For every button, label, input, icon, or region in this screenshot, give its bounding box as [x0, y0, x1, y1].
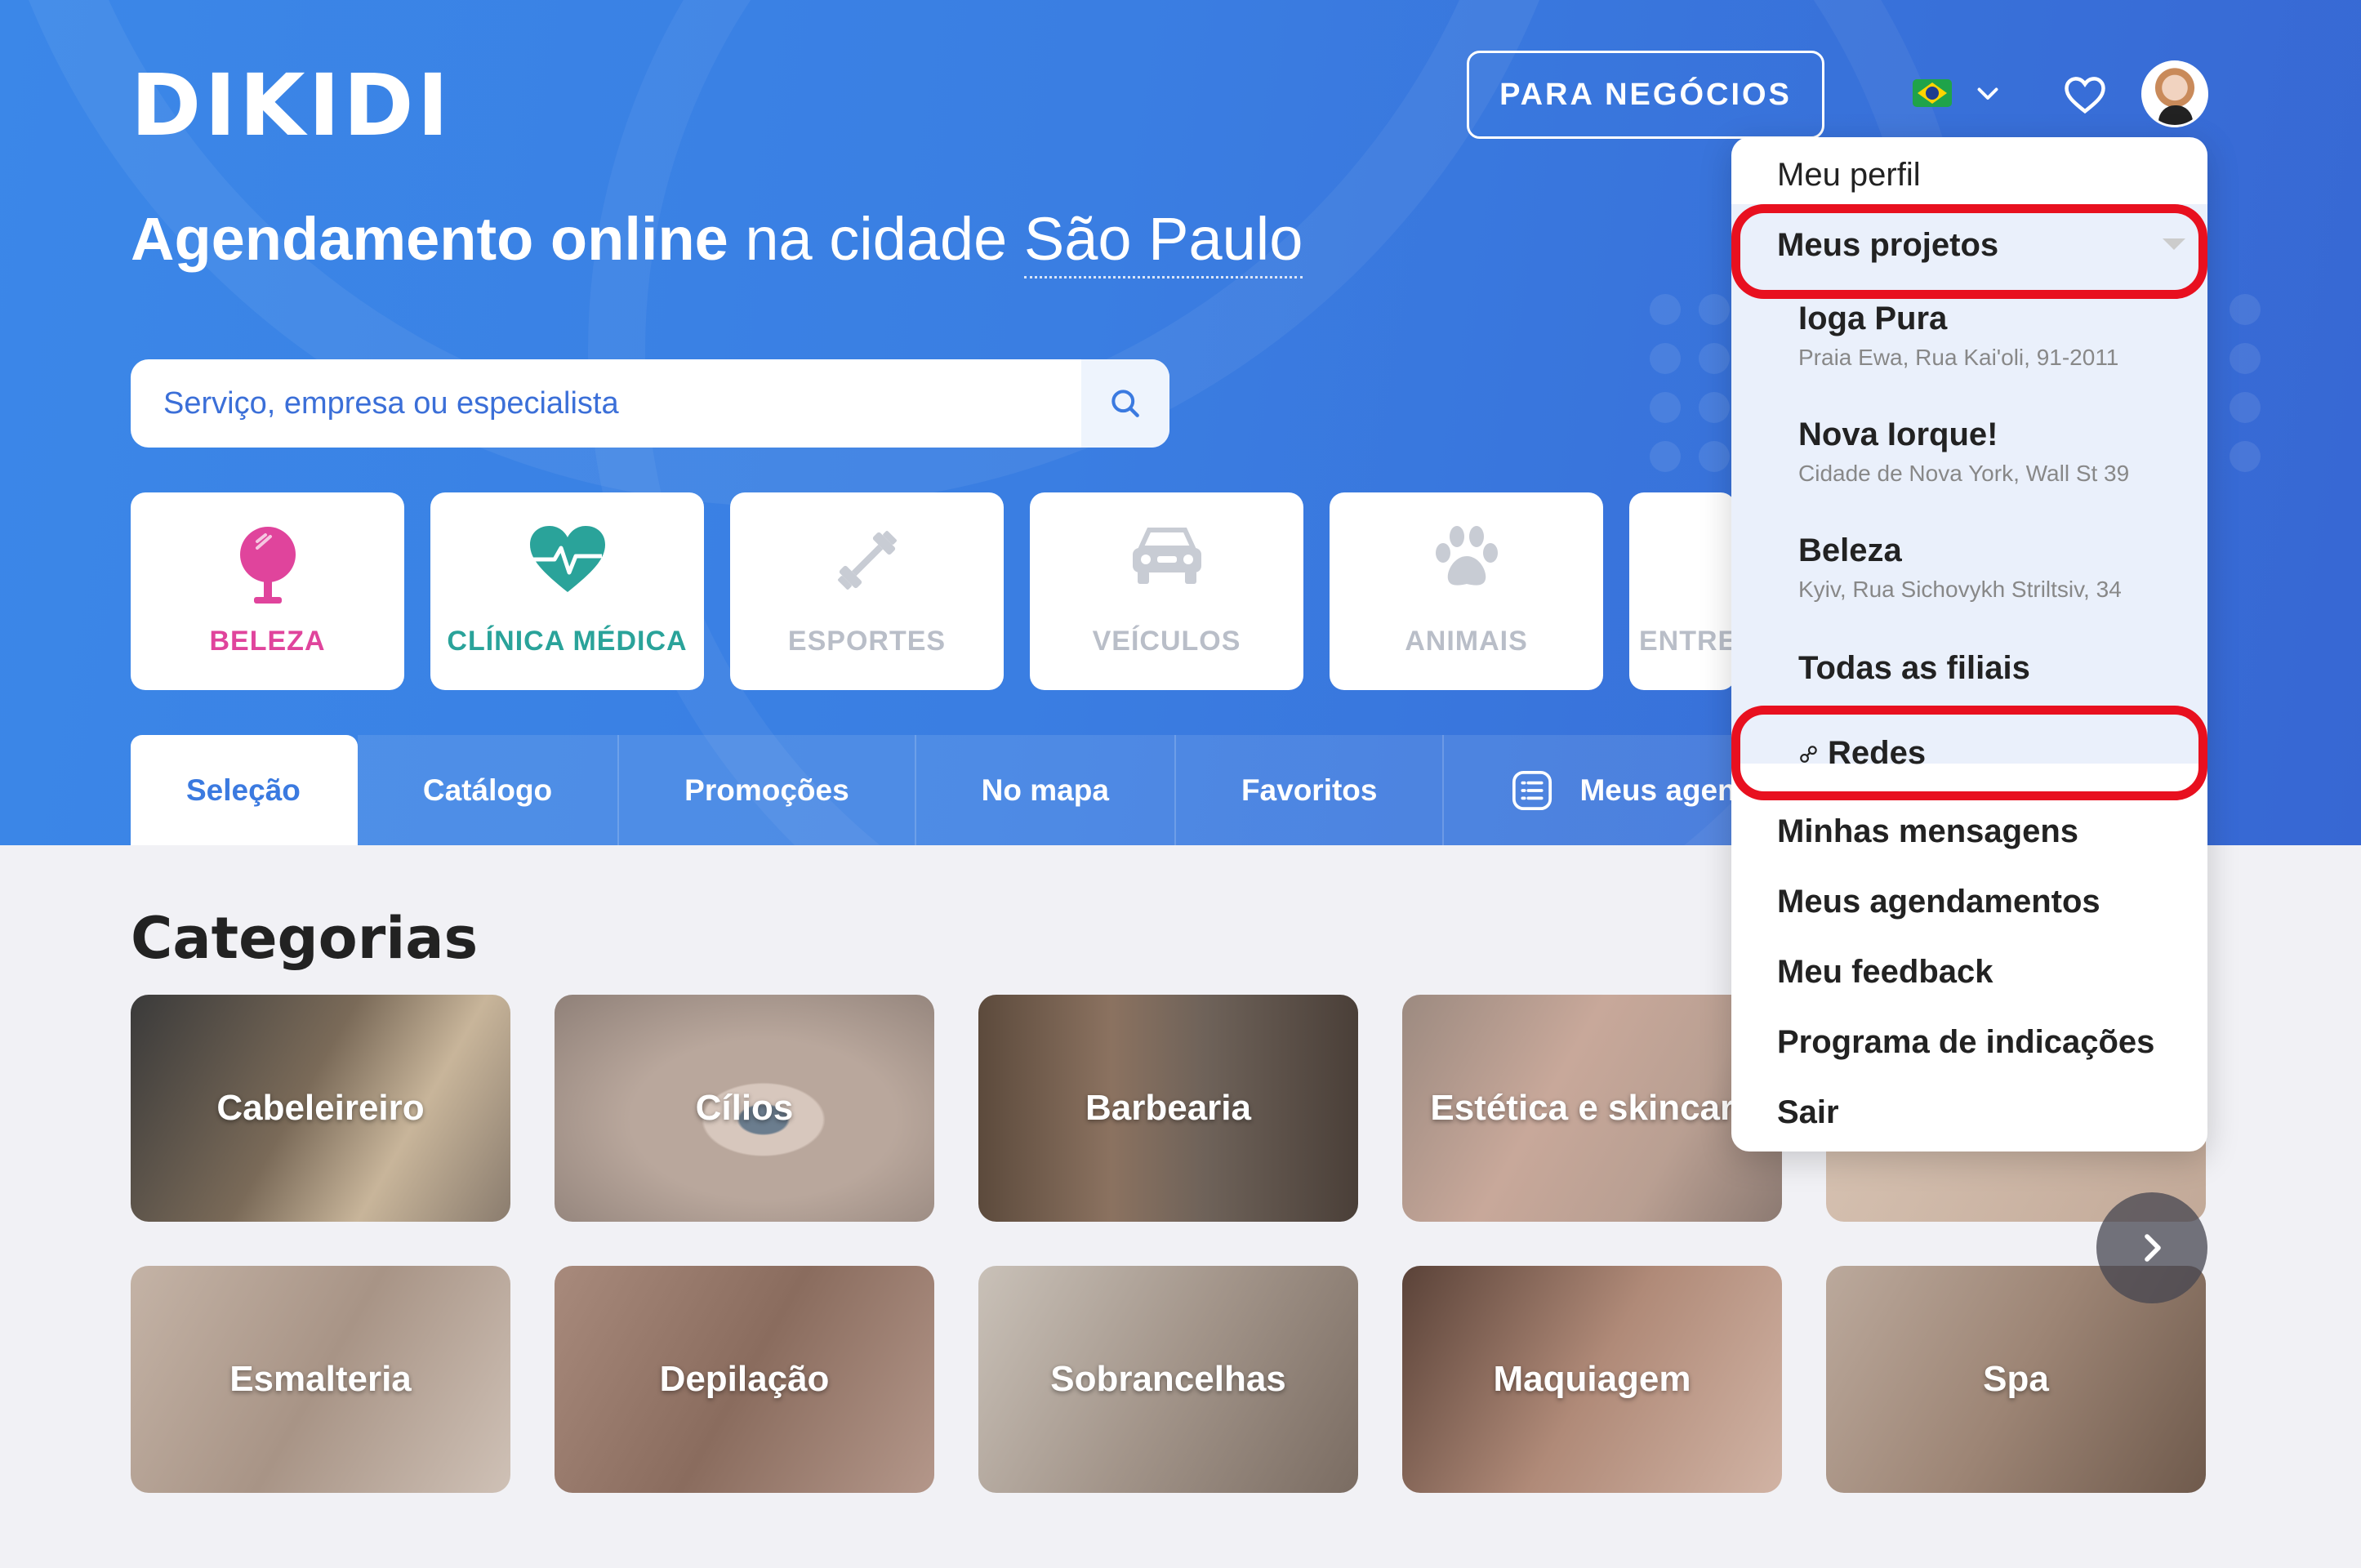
- tab-favorites[interactable]: Favoritos: [1175, 735, 1445, 845]
- dumbbell-icon: [837, 531, 897, 590]
- menu-item-feedback[interactable]: Meu feedback: [1777, 954, 1993, 991]
- category-label: CLÍNICA MÉDICA: [447, 626, 688, 657]
- category-tile-waxing[interactable]: Depilação: [555, 1266, 934, 1493]
- category-tile-eyebrows[interactable]: Sobrancelhas: [978, 1266, 1358, 1493]
- logo[interactable]: DIKIDI: [131, 56, 452, 155]
- tile-label: Maquiagem: [1493, 1359, 1691, 1399]
- heartbeat-icon: [529, 526, 605, 592]
- search-icon: [1111, 390, 1139, 417]
- car-icon: [1132, 528, 1201, 584]
- list-icon: [1512, 770, 1552, 810]
- city-selector[interactable]: São Paulo: [1023, 205, 1303, 278]
- decorative-dots: [2230, 294, 2261, 472]
- category-tile-skincare[interactable]: Estética e skincare: [1402, 995, 1782, 1222]
- project-name[interactable]: Beleza: [1798, 532, 1902, 569]
- menu-item-messages[interactable]: Minhas mensagens: [1777, 813, 2078, 850]
- project-name[interactable]: Nova Iorque!: [1798, 416, 1998, 453]
- menu-item-profile[interactable]: Meu perfil: [1777, 157, 1921, 194]
- category-tile-lashes[interactable]: Cílios: [555, 995, 934, 1222]
- highlight-box: [1731, 706, 2207, 800]
- tab-selection[interactable]: Seleção: [131, 735, 358, 845]
- headline-text: na cidade: [728, 205, 1024, 273]
- tab-catalog[interactable]: Catálogo: [357, 735, 620, 845]
- menu-item-logout[interactable]: Sair: [1777, 1094, 1839, 1131]
- category-card-animals[interactable]: ANIMAIS: [1330, 492, 1603, 690]
- project-address: Cidade de Nova York, Wall St 39: [1798, 461, 2130, 486]
- category-label: BELEZA: [209, 626, 326, 657]
- mirror-icon: [239, 527, 296, 604]
- category-card-medical[interactable]: CLÍNICA MÉDICA: [430, 492, 704, 690]
- category-tile-makeup[interactable]: Maquiagem: [1402, 1266, 1782, 1493]
- category-tile-barbershop[interactable]: Barbearia: [978, 995, 1358, 1222]
- search-button[interactable]: [1081, 359, 1169, 448]
- menu-item-referral[interactable]: Programa de indicações: [1777, 1024, 2154, 1061]
- page-headline: Agendamento online na cidade São Paulo: [131, 204, 1303, 278]
- tile-label: Esmalteria: [229, 1359, 412, 1399]
- tile-label: Spa: [1983, 1359, 2049, 1399]
- category-cards: BELEZA CLÍNICA MÉDICA ESPORTES VEÍCULOS …: [131, 492, 1735, 690]
- category-tile-nails[interactable]: Esmalteria: [131, 1266, 510, 1493]
- highlight-box: [1731, 204, 2207, 299]
- tile-label: Cílios: [695, 1088, 794, 1128]
- category-label: VEÍCULOS: [1092, 626, 1241, 657]
- carousel-next-button[interactable]: [2096, 1192, 2207, 1303]
- category-card-sports[interactable]: ESPORTES: [730, 492, 1004, 690]
- tile-label: Sobrancelhas: [1050, 1359, 1286, 1399]
- language-selector[interactable]: [1913, 78, 2002, 108]
- tab-promotions[interactable]: Promoções: [619, 735, 916, 845]
- search-input[interactable]: [131, 359, 1081, 448]
- section-title: Categorias: [131, 905, 479, 972]
- tab-map[interactable]: No mapa: [915, 735, 1176, 845]
- category-card-entertainment[interactable]: ENTRE: [1629, 492, 1735, 690]
- category-label: ANIMAIS: [1405, 626, 1528, 657]
- category-tile-hair[interactable]: Cabeleireiro: [131, 995, 510, 1222]
- category-label: ENTRE: [1639, 626, 1735, 657]
- category-card-beauty[interactable]: BELEZA: [131, 492, 404, 690]
- chevron-down-icon: [1977, 87, 1998, 100]
- tile-label: Estética e skincare: [1430, 1088, 1754, 1128]
- user-avatar[interactable]: [2141, 60, 2208, 127]
- brazil-flag-icon: [1913, 79, 1952, 107]
- menu-item-appointments[interactable]: Meus agendamentos: [1777, 884, 2100, 920]
- tile-label: Depilação: [659, 1359, 830, 1399]
- tile-label: Cabeleireiro: [216, 1088, 425, 1128]
- search-bar: [131, 359, 1169, 448]
- heart-icon[interactable]: [2063, 74, 2107, 116]
- project-name[interactable]: Ioga Pura: [1798, 301, 1947, 337]
- menu-item-all-branches[interactable]: Todas as filiais: [1798, 650, 2030, 687]
- project-address: Praia Ewa, Rua Kai'oli, 91-2011: [1798, 345, 2119, 370]
- decorative-dots: [1650, 294, 1730, 472]
- paw-icon: [1435, 526, 1498, 586]
- chevron-right-icon: [2145, 1234, 2161, 1262]
- headline-bold: Agendamento online: [131, 205, 728, 273]
- project-address: Kyiv, Rua Sichovykh Striltsiv, 34: [1798, 577, 2122, 602]
- tile-label: Barbearia: [1085, 1088, 1251, 1128]
- category-label: ESPORTES: [787, 626, 947, 657]
- for-business-button[interactable]: PARA NEGÓCIOS: [1467, 51, 1824, 139]
- category-card-vehicles[interactable]: VEÍCULOS: [1030, 492, 1303, 690]
